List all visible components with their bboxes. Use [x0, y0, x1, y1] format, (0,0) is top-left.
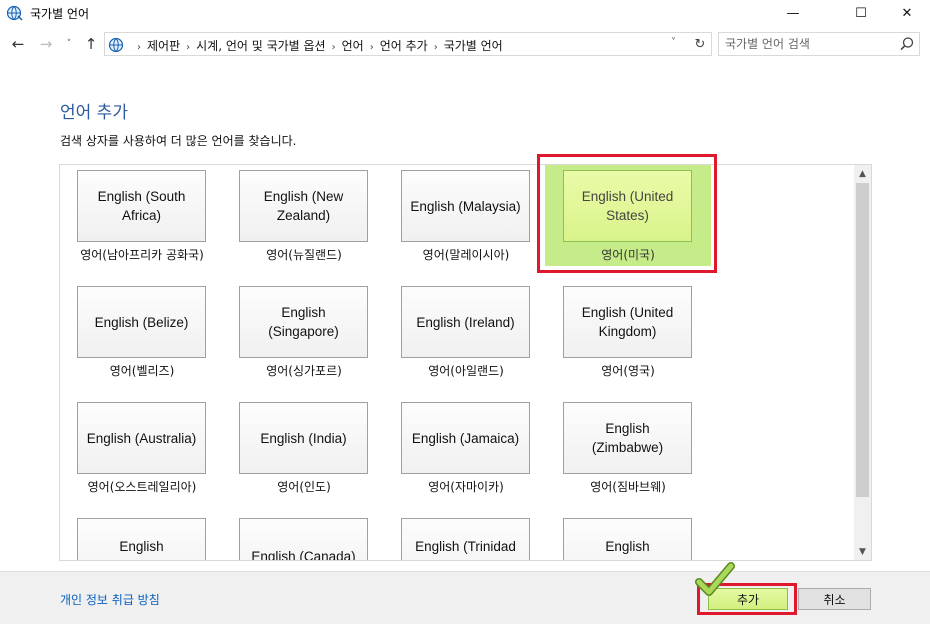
navigation-bar: ← → ˅ ↑ › 제어판 › 시계, 언어 및 국가별 옵션 › 언어 › 언어 추가 › 국가…	[0, 31, 930, 59]
breadcrumb: › 제어판 › 시계, 언어 및 국가별 옵션 › 언어 › 언어 추가 › 국가별 언어	[131, 37, 503, 54]
add-button[interactable]: 추가	[708, 588, 788, 610]
address-bar[interactable]: › 제어판 › 시계, 언어 및 국가별 옵션 › 언어 › 언어 추가 › 국가별 언어 ˅ ↻	[104, 32, 712, 56]
language-tile-label[interactable]: English (Australia)	[77, 402, 206, 474]
breadcrumb-item[interactable]: 국가별 언어	[444, 39, 503, 53]
language-tile-label[interactable]: English	[77, 518, 206, 560]
breadcrumb-separator: ›	[433, 42, 438, 53]
language-tile[interactable]: English (Malaysia) 영어(말레이시아)	[401, 170, 531, 274]
language-tile-label[interactable]: English	[563, 518, 692, 560]
scroll-up-button[interactable]: ▲	[854, 165, 871, 182]
language-tile[interactable]: English (Canada)	[239, 518, 369, 560]
vertical-scrollbar[interactable]: ▲ ▼	[854, 165, 871, 560]
cancel-button[interactable]: 취소	[798, 588, 871, 610]
language-tile-caption: 영어(아일랜드)	[428, 364, 504, 378]
language-tile-caption: 영어(짐바브웨)	[590, 480, 666, 494]
privacy-policy-link[interactable]: 개인 정보 취급 방침	[60, 591, 160, 608]
language-tile[interactable]: English (India) 영어(인도)	[239, 402, 369, 506]
search-icon[interactable]	[899, 36, 915, 52]
breadcrumb-item[interactable]: 시계, 언어 및 국가별 옵션	[196, 39, 325, 53]
language-tile-caption: 영어(싱가포르)	[266, 364, 342, 378]
recent-locations-button[interactable]: ˅	[62, 33, 76, 55]
language-tile[interactable]: English (Trinidad	[401, 518, 531, 560]
language-tile-label[interactable]: English (Belize)	[77, 286, 206, 358]
language-tile[interactable]: English	[563, 518, 693, 560]
close-button[interactable]: ✕	[884, 0, 930, 26]
language-tile-label[interactable]: English (Singapore)	[239, 286, 368, 358]
breadcrumb-item[interactable]: 언어 추가	[380, 39, 428, 53]
breadcrumb-item[interactable]: 제어판	[147, 39, 180, 53]
language-tile[interactable]: English (Jamaica) 영어(자마이카)	[401, 402, 531, 506]
forward-button[interactable]: →	[36, 33, 56, 55]
title-bar: 국가별 언어 — ☐ ✕	[0, 0, 930, 26]
language-tile-label[interactable]: English (Zimbabwe)	[563, 402, 692, 474]
globe-icon	[108, 37, 124, 53]
language-tile-label[interactable]: English (United States)	[563, 170, 692, 242]
scroll-thumb[interactable]	[856, 183, 869, 497]
search-box[interactable]	[718, 32, 920, 56]
breadcrumb-separator: ›	[137, 42, 141, 53]
language-tile[interactable]: English (Zimbabwe) 영어(짐바브웨)	[563, 402, 693, 506]
address-dropdown-button[interactable]: ˅	[671, 37, 685, 53]
search-input[interactable]	[725, 35, 895, 53]
language-tile-label[interactable]: English (Trinidad	[401, 518, 530, 560]
language-tile-caption: 영어(미국)	[601, 248, 655, 262]
page-description: 검색 상자를 사용하여 더 많은 언어를 찾습니다.	[60, 134, 297, 148]
language-tile-label[interactable]: English (United Kingdom)	[563, 286, 692, 358]
language-tile-selected[interactable]: English (United States) 영어(미국)	[545, 165, 711, 274]
language-tile-label[interactable]: English (Jamaica)	[401, 402, 530, 474]
language-tile-label[interactable]: English (Canada)	[239, 518, 368, 560]
breadcrumb-separator: ›	[186, 42, 191, 53]
language-tile-caption: 영어(인도)	[277, 480, 331, 494]
up-button[interactable]: ↑	[80, 33, 102, 55]
language-tile[interactable]: English (Australia) 영어(오스트레일리아)	[77, 402, 207, 506]
language-tile[interactable]: English (New Zealand) 영어(뉴질랜드)	[239, 170, 369, 274]
language-tile-caption: 영어(자마이카)	[428, 480, 504, 494]
breadcrumb-separator: ›	[369, 42, 374, 53]
language-tile[interactable]: English (United Kingdom) 영어(영국)	[563, 286, 693, 390]
scroll-down-button[interactable]: ▼	[854, 543, 871, 560]
footer: 개인 정보 취급 방침 추가 취소	[0, 562, 930, 624]
language-tile-label[interactable]: English (India)	[239, 402, 368, 474]
language-tile-caption: 영어(말레이시아)	[422, 248, 510, 262]
language-tile-label[interactable]: English (Malaysia)	[401, 170, 530, 242]
breadcrumb-item[interactable]: 언어	[342, 39, 364, 53]
language-tile-label[interactable]: English (New Zealand)	[239, 170, 368, 242]
language-tile-caption: 영어(오스트레일리아)	[87, 480, 197, 494]
language-tile[interactable]: English (Singapore) 영어(싱가포르)	[239, 286, 369, 390]
back-button[interactable]: ←	[8, 33, 28, 55]
language-tile[interactable]: English (South Africa) 영어(남아프리카 공화국)	[77, 170, 207, 274]
language-tile[interactable]: English (Ireland) 영어(아일랜드)	[401, 286, 531, 390]
language-tile[interactable]: English	[77, 518, 207, 560]
language-tile-label[interactable]: English (South Africa)	[77, 170, 206, 242]
language-tile-caption: 영어(영국)	[601, 364, 655, 378]
language-list[interactable]: English (South Africa) 영어(남아프리카 공화국) Eng…	[59, 164, 872, 561]
minimize-button[interactable]: —	[770, 0, 816, 26]
language-tile-label[interactable]: English (Ireland)	[401, 286, 530, 358]
language-tile-caption: 영어(뉴질랜드)	[266, 248, 342, 262]
language-tile-caption: 영어(벨리즈)	[109, 364, 175, 378]
globe-icon	[6, 5, 23, 21]
language-tile-caption: 영어(남아프리카 공화국)	[80, 248, 204, 262]
refresh-button[interactable]: ↻	[691, 35, 709, 53]
language-tile[interactable]: English (Belize) 영어(벨리즈)	[77, 286, 207, 390]
page-title: 언어 추가	[60, 103, 128, 123]
window-title: 국가별 언어	[30, 7, 90, 21]
maximize-button[interactable]: ☐	[838, 0, 884, 26]
breadcrumb-separator: ›	[331, 42, 336, 53]
